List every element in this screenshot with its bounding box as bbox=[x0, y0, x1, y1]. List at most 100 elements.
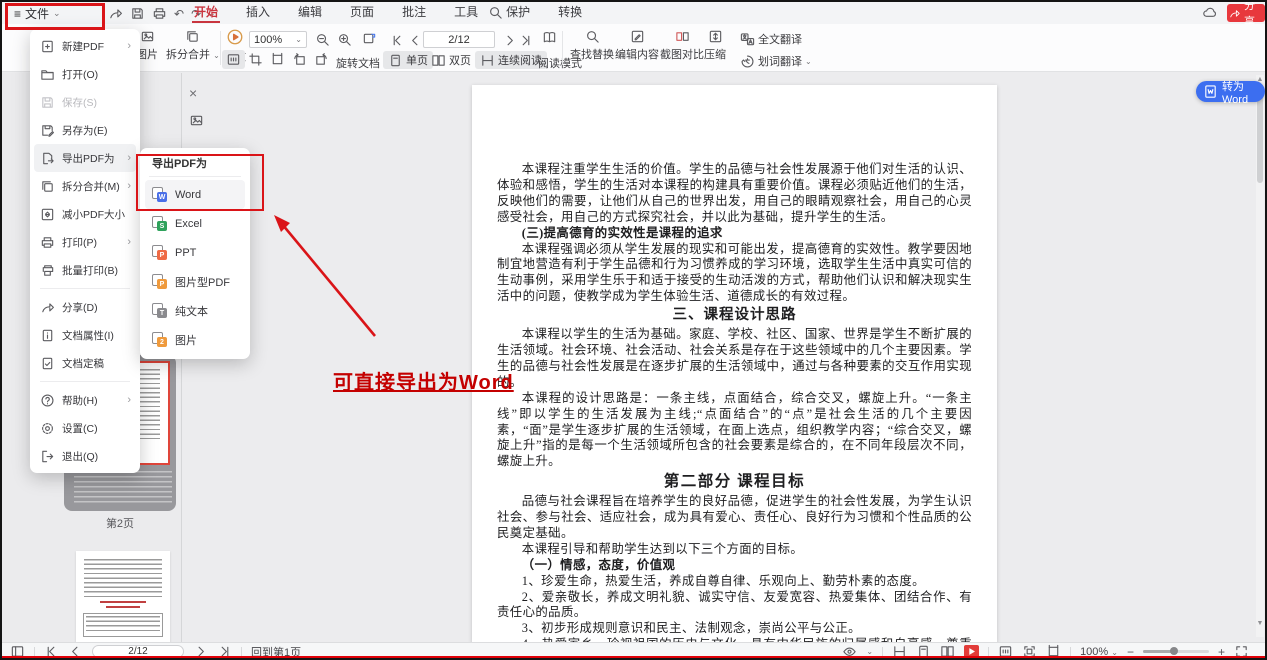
full-translate-button[interactable]: 全文翻译 bbox=[735, 30, 807, 48]
menu-item-label: 设置(C) bbox=[62, 421, 98, 436]
export-doc-icon: 2 bbox=[152, 332, 167, 347]
bottom-red-line bbox=[2, 656, 1265, 658]
word-doc-icon bbox=[1203, 84, 1218, 99]
doc-block-13: 3、初步形成规则意识和民主、法制观念，崇尚公平与公正。 bbox=[497, 621, 972, 637]
file-menu-item-7[interactable]: 减小PDF大小 bbox=[34, 200, 136, 228]
folder-icon bbox=[40, 67, 55, 82]
split-icon bbox=[40, 179, 55, 194]
zoom-in-icon[interactable] bbox=[337, 32, 352, 47]
zoom-out-icon[interactable] bbox=[315, 32, 330, 47]
rotate-doc-button[interactable]: 旋转文档 bbox=[336, 55, 380, 71]
doc-info-icon bbox=[40, 328, 55, 343]
tab-8[interactable]: 转换 bbox=[544, 2, 596, 24]
file-menu-item-9[interactable]: 批量打印(B) bbox=[34, 256, 136, 284]
file-menu-item-6[interactable]: 拆分合并(M)› bbox=[34, 172, 136, 200]
quick-share-icon[interactable] bbox=[108, 6, 123, 21]
next-page-icon[interactable] bbox=[502, 33, 517, 48]
shrink-icon bbox=[40, 207, 55, 222]
tab-5[interactable]: 批注 bbox=[388, 2, 440, 24]
thumbnail-page-2-bottom bbox=[74, 471, 172, 505]
tab-1[interactable]: 开始 bbox=[180, 2, 232, 24]
compress-tool[interactable]: 压缩 bbox=[704, 29, 726, 62]
file-menu-item-14[interactable]: 设置(C) bbox=[34, 414, 136, 442]
share-button[interactable]: 分享 bbox=[1227, 4, 1265, 22]
export-doc-icon: S bbox=[152, 216, 167, 231]
find-icon bbox=[585, 29, 600, 44]
quick-save-icon[interactable] bbox=[130, 6, 145, 21]
document-area: 本课程注重学生生活的价值。学生的品德与社会性发展源于他们对生活的认识、体验和感悟… bbox=[183, 73, 1257, 642]
menu-item-label: 保存(S) bbox=[62, 95, 97, 110]
doc-block-8: 品德与社会课程旨在培养学生的良好品德，促进学生的社会性发展，为学生认识社会、参与… bbox=[497, 494, 972, 542]
file-menu-button[interactable]: ≡ 文件 ⌄ bbox=[10, 5, 65, 22]
single-page-icon bbox=[388, 53, 403, 68]
file-menu-dropdown: 新建PDF › 打开(O) 保存(S) 另存为(E)导出PDF为›拆分合并(M)›减小P… bbox=[30, 29, 140, 473]
word-translate-button[interactable]: 划词翻译 ⌄ bbox=[735, 52, 817, 70]
ribbon-toolbar: 图片 拆分合并 ⌄ 播放 100% ⌄ 旋转文档 bbox=[2, 24, 1265, 72]
split-merge-icon bbox=[185, 29, 200, 44]
export-option-label: PPT bbox=[175, 247, 196, 259]
submenu-arrow-icon: › bbox=[127, 40, 131, 52]
file-menu-item-4[interactable]: 另存为(E) bbox=[34, 116, 136, 144]
menu-item-label: 分享(D) bbox=[62, 300, 98, 315]
first-page-icon[interactable] bbox=[390, 33, 405, 48]
continuous-read-button[interactable]: 连续阅读 bbox=[475, 51, 547, 69]
tab-2[interactable]: 插入 bbox=[232, 2, 284, 24]
snapshot-icon[interactable] bbox=[362, 31, 377, 46]
export-option--pdf[interactable]: P图片型PDF bbox=[145, 267, 245, 296]
split-merge-tool[interactable]: 拆分合并 ⌄ bbox=[166, 29, 220, 62]
file-menu-item-1[interactable]: 新建PDF › bbox=[34, 32, 136, 60]
wps-pdf-window: ≡ 文件 ⌄ ↶ ↷ ⌄ 开始插入编辑页面批注工具保护转换 分享 图片 拆分合并… bbox=[0, 0, 1267, 660]
file-menu-item-10[interactable]: 分享(D) bbox=[34, 293, 136, 321]
zoom-combo[interactable]: 100% ⌄ bbox=[249, 31, 307, 48]
thumbnail-page-3[interactable] bbox=[76, 551, 170, 643]
file-menu-item-8[interactable]: 打印(P)› bbox=[34, 228, 136, 256]
menu-item-label: 打开(O) bbox=[62, 67, 98, 82]
export-option-excel[interactable]: S Excel bbox=[145, 209, 245, 238]
export-option--[interactable]: T纯文本 bbox=[145, 296, 245, 325]
file-menu-item-5[interactable]: 导出PDF为› bbox=[34, 144, 136, 172]
printer-icon bbox=[40, 235, 55, 250]
find-replace-tool[interactable]: 查找替换 bbox=[570, 29, 614, 62]
export-option-label: Excel bbox=[175, 218, 202, 230]
rotate-right-icon[interactable] bbox=[314, 52, 329, 67]
shot-compare-tool[interactable]: 截图对比 bbox=[660, 29, 704, 62]
file-menu-item-13[interactable]: 帮助(H)› bbox=[34, 386, 136, 414]
crop-icon[interactable] bbox=[248, 52, 263, 67]
export-icon bbox=[40, 151, 55, 166]
convert-to-word-button[interactable]: 转为Word bbox=[1196, 81, 1265, 102]
tab-6[interactable]: 工具 bbox=[440, 2, 492, 24]
chevron-down-icon: ⌄ bbox=[295, 35, 302, 44]
file-menu-item-11[interactable]: 文档属性(I) bbox=[34, 321, 136, 349]
file-menu-item-15[interactable]: 退出(Q) bbox=[34, 442, 136, 470]
actual-size-icon[interactable] bbox=[222, 50, 245, 69]
vertical-scrollbar[interactable]: ▲ ▼ bbox=[1256, 75, 1264, 637]
file-menu-item-12[interactable]: 文档定稿 bbox=[34, 349, 136, 377]
export-doc-icon: T bbox=[152, 303, 167, 318]
quick-print-icon[interactable] bbox=[152, 6, 167, 21]
scroll-down-icon[interactable]: ▼ bbox=[1256, 620, 1264, 628]
export-option-ppt[interactable]: P PPT bbox=[145, 238, 245, 267]
search-icon[interactable] bbox=[488, 5, 503, 20]
export-doc-icon: P bbox=[152, 245, 167, 260]
share-icon bbox=[40, 300, 55, 315]
tab-3[interactable]: 编辑 bbox=[284, 2, 336, 24]
tab-4[interactable]: 页面 bbox=[336, 2, 388, 24]
edit-content-tool[interactable]: 编辑内容 bbox=[615, 29, 659, 62]
help-icon bbox=[40, 393, 55, 408]
gear-icon bbox=[40, 421, 55, 436]
last-page-icon[interactable] bbox=[518, 33, 533, 48]
rotate-left-icon[interactable] bbox=[292, 52, 307, 67]
menu-item-label: 退出(Q) bbox=[62, 449, 98, 464]
cloud-sync-icon[interactable] bbox=[1202, 5, 1217, 20]
zoom-slider[interactable] bbox=[1143, 650, 1209, 653]
clip-page-icon[interactable] bbox=[270, 52, 285, 67]
compare-icon bbox=[675, 29, 690, 44]
prev-page-icon[interactable] bbox=[408, 33, 423, 48]
file-menu-item-2[interactable]: 打开(O) bbox=[34, 60, 136, 88]
export-option-word[interactable]: WWord bbox=[145, 180, 245, 209]
annotation-note: 可直接导出为Word bbox=[333, 366, 514, 395]
export-option--[interactable]: 2图片 bbox=[145, 325, 245, 354]
book-icon[interactable] bbox=[542, 30, 557, 45]
ribbon-page-input[interactable] bbox=[423, 31, 495, 48]
menu-item-label: 新建PDF bbox=[62, 39, 104, 54]
